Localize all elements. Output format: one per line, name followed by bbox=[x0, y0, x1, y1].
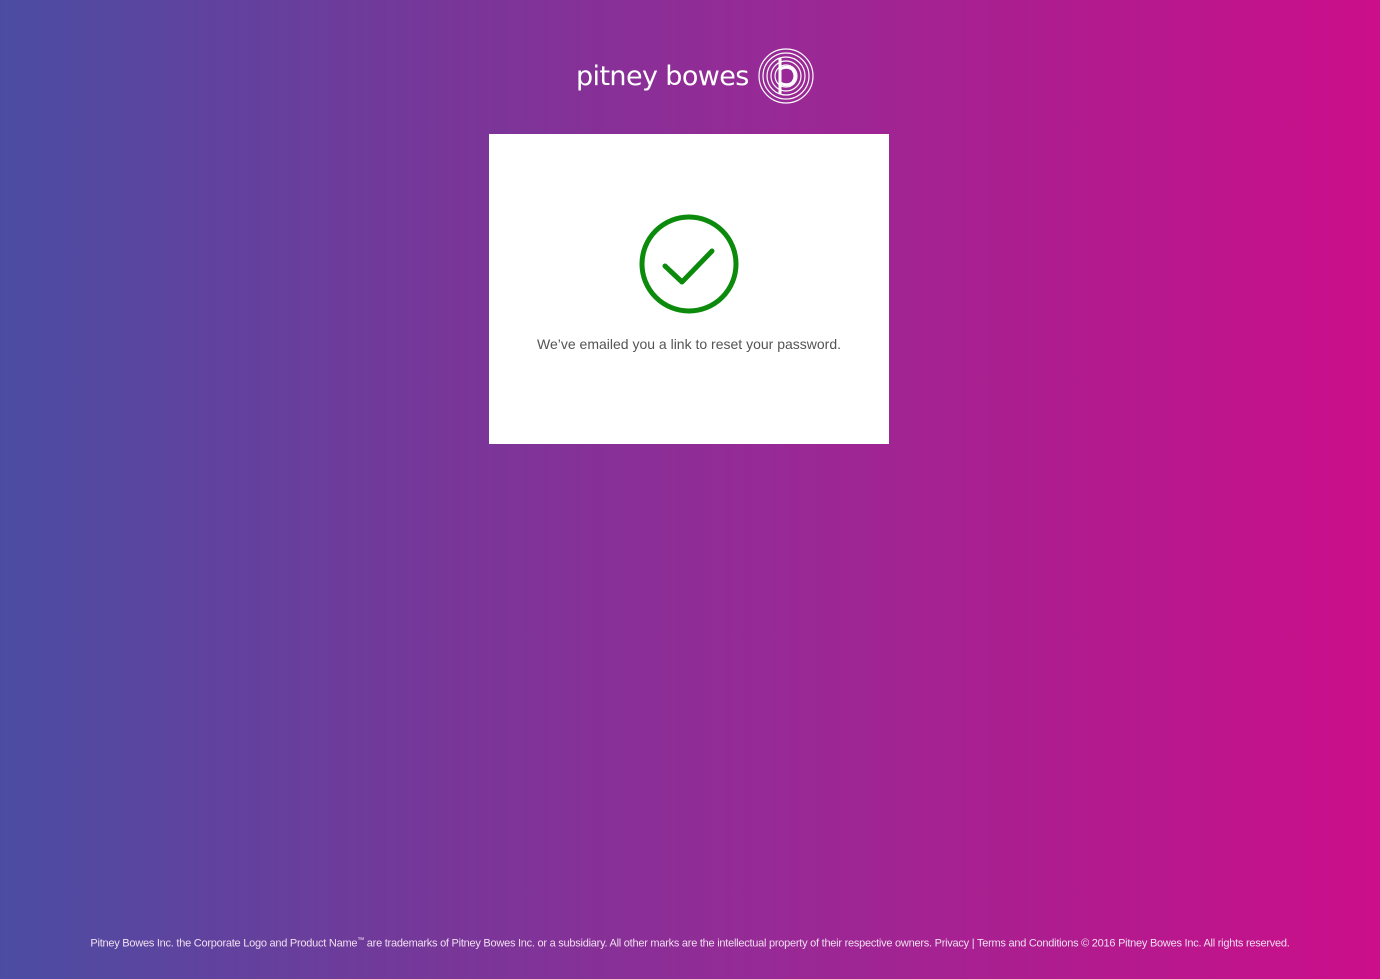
footer-trademark-text: Pitney Bowes Inc. the Corporate Logo and… bbox=[90, 937, 358, 950]
legal-footer: Pitney Bowes Inc. the Corporate Logo and… bbox=[0, 937, 1380, 950]
confirmation-message: We’ve emailed you a link to reset your p… bbox=[537, 336, 841, 352]
footer-separator: | bbox=[968, 937, 977, 950]
pitney-bowes-logo: pitney bowes bbox=[576, 46, 815, 106]
confirmation-card: We’ve emailed you a link to reset your p… bbox=[489, 134, 889, 444]
trademark-symbol: ™ bbox=[357, 937, 364, 944]
brand-name: pitney bowes bbox=[576, 60, 749, 92]
pitney-bowes-logo-icon bbox=[758, 48, 814, 104]
check-circle-icon bbox=[639, 214, 739, 314]
footer-copyright: © 2016 Pitney Bowes Inc. All rights rese… bbox=[1078, 937, 1290, 950]
privacy-link[interactable]: Privacy bbox=[935, 938, 970, 950]
footer-rights-text: are trademarks of Pitney Bowes Inc. or a… bbox=[363, 937, 935, 950]
terms-link[interactable]: Terms and Conditions bbox=[977, 938, 1079, 950]
